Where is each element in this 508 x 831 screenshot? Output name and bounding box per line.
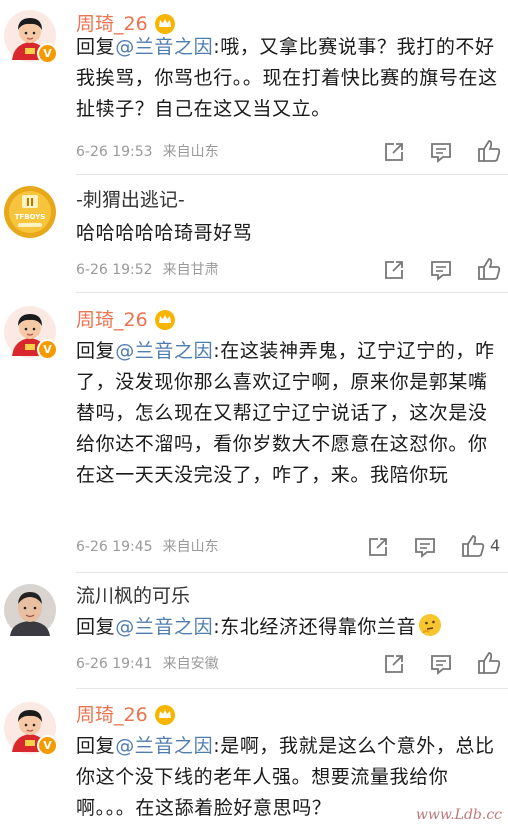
author-name[interactable]: -刺猬出逃记- [76, 188, 185, 212]
crown-icon [155, 310, 175, 330]
reply-prefix: 回复 [76, 616, 116, 638]
timestamp: 6-26 19:41 [76, 656, 153, 672]
avatar-photo-icon [4, 584, 56, 636]
timestamp: 6-26 19:53 [76, 144, 153, 160]
comment-text: 哈哈哈哈哈琦哥好骂 [76, 218, 498, 249]
reply-prefix: 回复 [76, 340, 116, 362]
avatar-logo-text: TFBOYS [15, 213, 46, 221]
comment-meta: 6-26 19:45 来自山东 [76, 537, 219, 557]
share-icon [385, 143, 403, 161]
crown-icon [155, 705, 175, 725]
comment-text: 回复@兰音之因:在这装神弄鬼，辽宁辽宁的，咋了，没发现你那么喜欢辽宁啊，原来你是… [76, 336, 498, 491]
comment-text: 回复@兰音之因:东北经济还得靠你兰音 [76, 612, 498, 643]
comment-text: 回复@兰音之因:哦，又拿比赛说事？我打的不好我挨骂，你骂也行。。现在打着快比赛的… [76, 32, 498, 125]
location: 来自山东 [162, 539, 219, 555]
comment-icon [431, 655, 451, 675]
like-button[interactable] [476, 256, 502, 282]
timestamp: 6-26 19:52 [76, 262, 153, 278]
comment-icon [431, 261, 451, 281]
like-button[interactable] [476, 650, 502, 676]
share-button[interactable] [381, 651, 407, 677]
mention-link[interactable]: @兰音之因 [115, 616, 213, 638]
like-icon [478, 140, 501, 162]
share-icon [385, 655, 403, 673]
timestamp: 6-26 19:45 [76, 539, 153, 555]
comment-content: :东北经济还得靠你兰音 [213, 616, 417, 638]
like-count: 4 [490, 536, 501, 555]
like-button[interactable] [476, 138, 502, 164]
share-icon [369, 538, 387, 556]
mention-link[interactable]: @兰音之因 [115, 735, 213, 757]
comment-content: 哈哈哈哈哈琦哥好骂 [76, 222, 253, 244]
tfboys-logo-icon: II TFBOYS [4, 186, 56, 238]
location: 来自安徽 [162, 656, 219, 672]
divider [76, 572, 508, 573]
author-name[interactable]: 流川枫的可乐 [76, 584, 190, 608]
like-icon [478, 258, 501, 280]
like-button[interactable] [460, 533, 486, 559]
mention-link[interactable]: @兰音之因 [115, 36, 213, 58]
avatar[interactable]: II TFBOYS [4, 186, 56, 238]
verified-badge-icon: V [37, 339, 58, 360]
reply-prefix: 回复 [76, 735, 116, 757]
comment-meta: 6-26 19:41 来自安徽 [76, 654, 219, 674]
thinking-emoji-icon [419, 614, 442, 636]
author-name[interactable]: 周琦_26 [76, 308, 148, 332]
divider [76, 292, 508, 293]
comment-meta: 6-26 19:52 来自甘肃 [76, 260, 219, 280]
reply-prefix: 回复 [76, 36, 116, 58]
comment-button[interactable] [428, 257, 454, 283]
divider [76, 174, 508, 175]
mention-link[interactable]: @兰音之因 [115, 340, 213, 362]
share-button[interactable] [365, 534, 391, 560]
comment-meta: 6-26 19:53 来自山东 [76, 142, 219, 162]
svg-text:II: II [26, 196, 34, 209]
divider [76, 688, 508, 689]
verified-badge-icon: V [37, 735, 58, 756]
comment-button[interactable] [428, 139, 454, 165]
share-icon [385, 261, 403, 279]
watermark: www.Ldb.cc [415, 807, 502, 823]
comment-icon [415, 538, 435, 558]
location: 来自山东 [162, 144, 219, 160]
comment-icon [431, 143, 451, 163]
avatar[interactable]: V [4, 10, 58, 64]
location: 来自甘肃 [162, 262, 219, 278]
avatar[interactable] [4, 584, 56, 636]
comment-button[interactable] [428, 651, 454, 677]
avatar[interactable]: V [4, 306, 58, 360]
verified-badge-icon: V [37, 43, 58, 64]
like-icon [462, 535, 485, 557]
share-button[interactable] [381, 257, 407, 283]
like-icon [478, 652, 501, 674]
author-name[interactable]: 周琦_26 [76, 703, 148, 727]
avatar[interactable]: V [4, 702, 58, 756]
share-button[interactable] [381, 139, 407, 165]
comment-button[interactable] [412, 534, 438, 560]
